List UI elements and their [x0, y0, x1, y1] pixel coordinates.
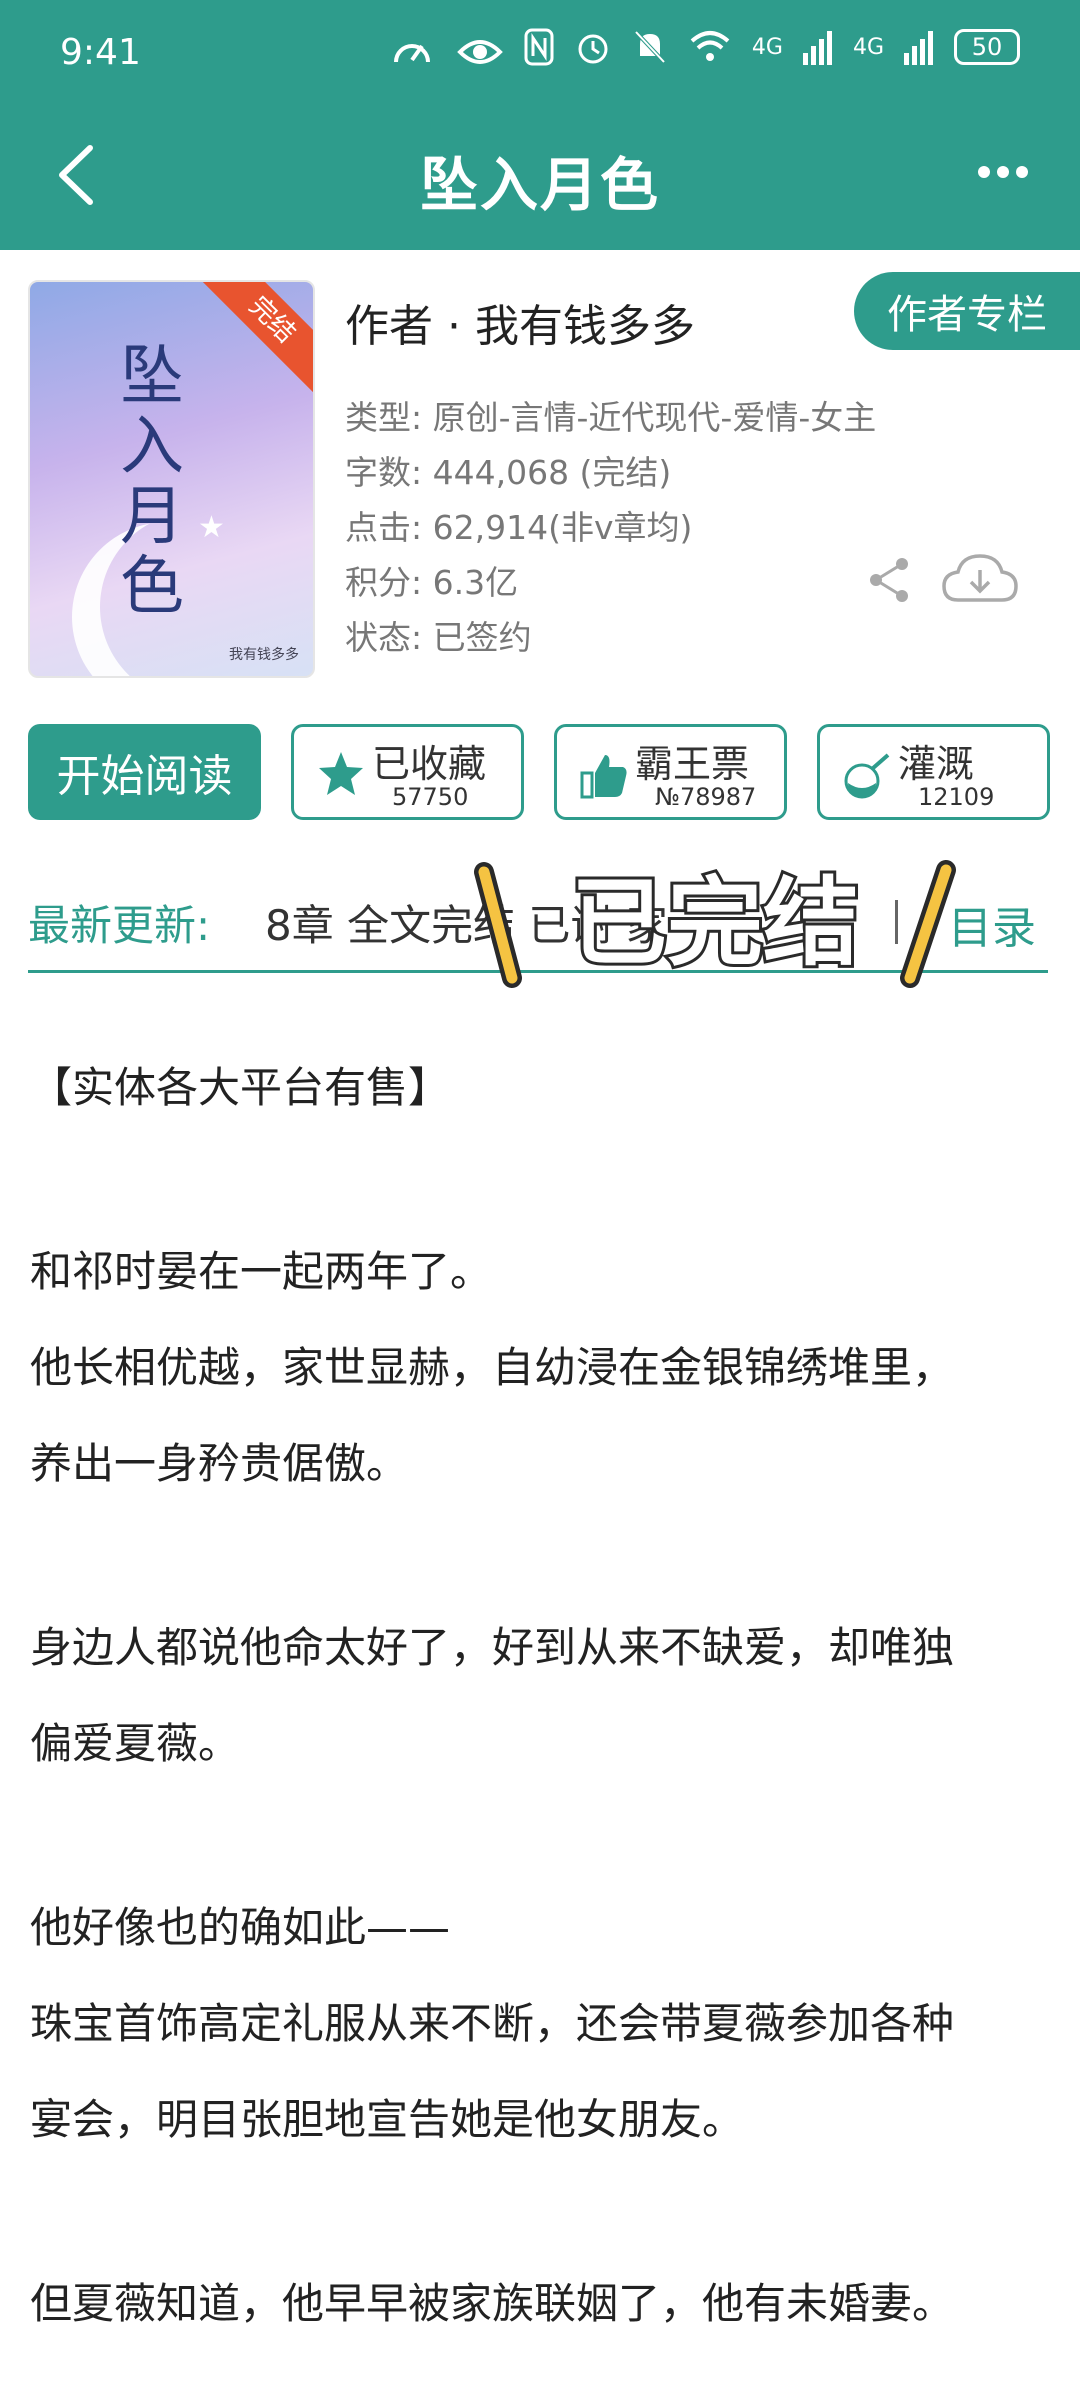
nutrient-count: 12109	[918, 783, 995, 811]
vote-label: 霸王票	[635, 742, 750, 786]
synopsis-line: 偏爱夏薇。	[30, 1719, 241, 1768]
eye-icon	[457, 40, 503, 64]
alarm-icon	[578, 34, 608, 64]
action-buttons: 开始阅读 已收藏 57750 霸王票 №78987 灌溉 12109	[28, 724, 1050, 820]
thumbs-up-icon	[580, 755, 627, 799]
nfc-icon	[524, 28, 554, 66]
wifi-icon	[690, 31, 730, 61]
synopsis-line: 他长相优越，家世显赫，自幼浸在金银锦绣堆里，	[30, 1343, 955, 1392]
synopsis-blank	[30, 2168, 1050, 2256]
signal-1-icon	[802, 31, 832, 65]
status-time: 9:41	[60, 32, 141, 73]
author-name[interactable]: 作者 · 我有钱多多	[345, 290, 695, 354]
synopsis-line: 宴会，明目张胆地宣告她是他女朋友。	[30, 2095, 745, 2144]
synopsis-line: 但夏薇知道，他早早被家族联姻了，他有未婚妻。	[30, 2279, 955, 2328]
completed-sticker-overlay: 已完结	[474, 860, 956, 988]
book-meta: 类型: 原创-言情-近代现代-爱情-女主 字数: 444,068 (完结) 点击…	[345, 390, 876, 665]
meta-word-count: 字数: 444,068 (完结)	[345, 453, 672, 492]
synopsis-line: 【实体各大平台有售】	[30, 1063, 451, 1112]
mute-icon	[634, 30, 666, 64]
book-synopsis: 【实体各大平台有售】 和祁时晏在一起两年了。 他长相优越，家世显赫，自幼浸在金银…	[30, 1040, 1050, 2352]
cover-title: 坠入月色	[120, 340, 184, 624]
cover-author: 我有钱多多	[229, 647, 299, 663]
meta-clicks: 点击: 62,914(非v章均)	[345, 508, 693, 547]
star-icon	[319, 752, 363, 795]
flask-icon	[844, 753, 890, 799]
page-title: 坠入月色	[419, 151, 660, 219]
signal-2-icon	[904, 31, 933, 65]
synopsis-line: 和祁时晏在一起两年了。	[30, 1247, 493, 1296]
status-indicators	[390, 30, 504, 74]
synopsis-line: 他好像也的确如此——	[30, 1903, 451, 1952]
synopsis-line: 身边人都说他命太好了，好到从来不缺爱，却唯独	[30, 1623, 955, 1672]
more-options-button[interactable]	[978, 166, 1028, 178]
synopsis-blank	[30, 1792, 1050, 1880]
more-dot-icon	[997, 166, 1009, 178]
more-dot-icon	[978, 166, 990, 178]
synopsis-line: 养出一身矜贵倨傲。	[30, 1439, 409, 1488]
battery-indicator: 50	[954, 29, 1020, 65]
status-right: 4G 4G 50	[524, 28, 1020, 66]
favorite-label: 已收藏	[372, 742, 487, 786]
author-column-button[interactable]: 作者专栏	[854, 272, 1080, 350]
cloud-download-icon[interactable]	[940, 550, 1020, 610]
speedometer-icon	[394, 44, 430, 63]
synopsis-line: 珠宝首饰高定礼服从来不断，还会带夏薇参加各种	[30, 1999, 955, 2048]
meta-genre: 类型: 原创-言情-近代现代-爱情-女主	[345, 398, 877, 437]
book-cover[interactable]: ★ 坠入月色 完结 我有钱多多	[28, 280, 315, 678]
signal-1-label: 4G	[751, 34, 783, 60]
vote-rank: №78987	[655, 783, 757, 811]
favorite-count: 57750	[392, 783, 469, 811]
vote-button[interactable]: 霸王票 №78987	[554, 724, 787, 820]
share-icon[interactable]	[866, 556, 914, 604]
synopsis-blank	[30, 1136, 1050, 1224]
meta-status: 状态: 已签约	[345, 618, 532, 657]
meta-score: 积分: 6.3亿	[345, 563, 519, 602]
app-header: 9:41 4G 4G 50 坠入月色	[0, 0, 1080, 250]
nutrient-button[interactable]: 灌溉 12109	[817, 724, 1050, 820]
favorite-button[interactable]: 已收藏 57750	[291, 724, 524, 820]
more-dot-icon	[1016, 166, 1028, 178]
book-info-card: ★ 坠入月色 完结 我有钱多多 作者 · 我有钱多多 作者专栏 类型: 原创-言…	[0, 250, 1080, 840]
sticker-text: 已完结	[571, 867, 859, 979]
latest-update-label: 最新更新:	[28, 901, 211, 950]
start-reading-button[interactable]: 开始阅读	[28, 724, 261, 820]
signal-2-label: 4G	[852, 34, 884, 60]
nutrient-label: 灌溉	[898, 742, 975, 786]
table-of-contents-link[interactable]: 目录	[948, 892, 1036, 956]
synopsis-blank	[30, 1512, 1050, 1600]
